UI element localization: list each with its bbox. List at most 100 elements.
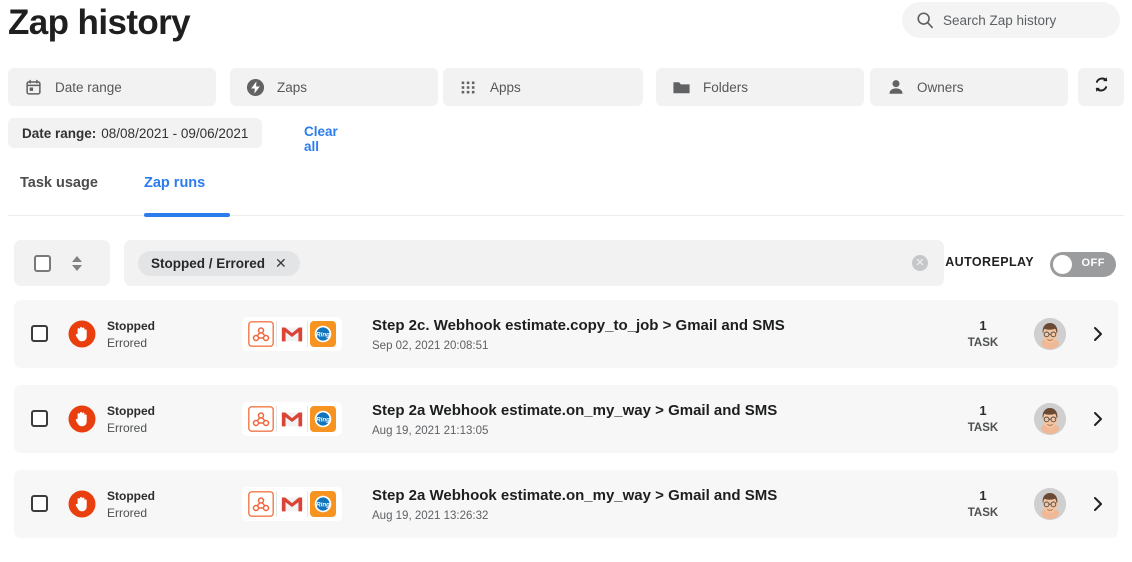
icon-separator	[307, 491, 308, 517]
webhook-icon	[248, 406, 274, 432]
row-checkbox[interactable]	[31, 410, 48, 427]
ring-icon: Ring	[310, 491, 336, 517]
task-count-label: TASK	[967, 422, 999, 434]
webhook-icon	[248, 321, 274, 347]
status-text: Stopped Errored	[107, 489, 155, 521]
tab-active-underline	[144, 213, 230, 217]
grid-apps-icon	[459, 78, 478, 97]
task-count: 1 TASK	[956, 318, 1010, 351]
search-input[interactable]	[943, 12, 1106, 28]
status-secondary: Errored	[107, 421, 148, 435]
active-date-range-value: 08/08/2021 - 09/06/2021	[101, 125, 249, 141]
avatar	[1034, 318, 1066, 350]
icon-separator	[276, 321, 277, 347]
table-row[interactable]: Stopped Errored	[14, 470, 1118, 538]
svg-text:Ring: Ring	[316, 417, 330, 424]
filter-apps-label: Apps	[490, 79, 521, 95]
autoreplay-toggle-knob	[1053, 255, 1072, 274]
row-checkbox[interactable]	[31, 325, 48, 342]
filter-folders-label: Folders	[703, 79, 749, 95]
page-header: Zap history	[0, 0, 1132, 56]
clear-circle-icon[interactable]: ✕	[912, 255, 928, 271]
zap-history-page: Zap history Date ra	[0, 0, 1132, 562]
sort-updown-icon[interactable]	[71, 253, 83, 273]
svg-text:Ring: Ring	[316, 332, 330, 339]
active-date-range-chip[interactable]: Date range: 08/08/2021 - 09/06/2021	[8, 118, 263, 148]
run-title: Step 2a Webhook estimate.on_my_way > Gma…	[372, 402, 778, 419]
status-secondary: Errored	[107, 506, 148, 520]
filter-bar: Date range Zaps Apps Folders Owners	[8, 68, 1124, 106]
clear-all-link[interactable]: Clear all	[304, 124, 338, 154]
chevron-right-icon[interactable]	[1092, 409, 1104, 429]
avatar	[1034, 488, 1066, 520]
task-count: 1 TASK	[956, 488, 1010, 521]
stop-hand-icon	[68, 405, 96, 433]
filter-folders-button[interactable]: Folders	[656, 68, 864, 106]
person-icon	[886, 78, 905, 97]
status-text: Stopped Errored	[107, 404, 155, 436]
search-box[interactable]	[902, 2, 1120, 38]
filter-date-range-button[interactable]: Date range	[8, 68, 216, 106]
row-checkbox[interactable]	[31, 495, 48, 512]
ring-icon: Ring	[310, 321, 336, 347]
app-icons: Ring	[242, 402, 342, 436]
status-primary: Stopped	[107, 319, 155, 333]
zap-runs-list: Stopped Errored Ring Step 2c. Webhook es…	[14, 300, 1118, 555]
status-secondary: Errored	[107, 336, 148, 350]
icon-separator	[307, 406, 308, 432]
table-row[interactable]: Stopped Errored	[14, 300, 1118, 368]
active-date-range-label: Date range:	[22, 125, 97, 141]
autoreplay-toggle-state: OFF	[1081, 257, 1105, 269]
zap-bolt-icon	[246, 78, 265, 97]
app-icons: Ring	[242, 317, 342, 351]
autoreplay-toggle[interactable]: OFF	[1050, 252, 1116, 277]
filter-apps-button[interactable]: Apps	[443, 68, 643, 106]
webhook-icon	[248, 491, 274, 517]
status-primary: Stopped	[107, 404, 155, 418]
run-timestamp: Sep 02, 2021 20:08:51	[372, 340, 489, 352]
tab-task-usage[interactable]: Task usage	[20, 172, 98, 212]
run-timestamp: Aug 19, 2021 13:26:32	[372, 510, 489, 522]
page-title: Zap history	[8, 3, 191, 42]
svg-text:Ring: Ring	[316, 502, 330, 509]
close-icon[interactable]: ✕	[275, 256, 287, 270]
refresh-button[interactable]	[1078, 68, 1124, 106]
task-count-value: 1	[979, 488, 987, 503]
filter-zaps-button[interactable]: Zaps	[230, 68, 438, 106]
select-all-checkbox[interactable]	[34, 254, 51, 272]
task-count: 1 TASK	[956, 403, 1010, 436]
run-title: Step 2c. Webhook estimate.copy_to_job > …	[372, 317, 785, 334]
autoreplay-label: AUTOREPLAY	[945, 255, 1034, 269]
tab-zap-runs[interactable]: Zap runs	[144, 172, 205, 212]
status-filter-field[interactable]: Stopped / Errored ✕ ✕	[124, 240, 944, 286]
gmail-icon	[279, 491, 305, 517]
calendar-icon	[24, 78, 43, 97]
status-filter-chip-label: Stopped / Errored	[151, 255, 266, 271]
chevron-right-icon[interactable]	[1092, 324, 1104, 344]
gmail-icon	[279, 321, 305, 347]
refresh-icon	[1091, 74, 1112, 100]
filter-date-range-label: Date range	[55, 79, 122, 95]
gmail-icon	[279, 406, 305, 432]
run-timestamp: Aug 19, 2021 21:13:05	[372, 425, 489, 437]
stop-hand-icon	[68, 320, 96, 348]
task-count-label: TASK	[967, 507, 999, 519]
run-title: Step 2a Webhook estimate.on_my_way > Gma…	[372, 487, 778, 504]
task-count-value: 1	[979, 318, 987, 333]
status-filter-chip[interactable]: Stopped / Errored ✕	[138, 250, 300, 276]
avatar	[1034, 403, 1066, 435]
icon-separator	[307, 321, 308, 347]
filter-owners-button[interactable]: Owners	[870, 68, 1068, 106]
runs-toolbar: Stopped / Errored ✕ ✕ AUTOREPLAY OFF	[14, 240, 1124, 286]
chevron-right-icon[interactable]	[1092, 494, 1104, 514]
tab-bar: Task usage Zap runs	[8, 172, 1124, 218]
table-row[interactable]: Stopped Errored	[14, 385, 1118, 453]
search-icon	[916, 11, 934, 29]
folder-icon	[672, 78, 691, 97]
status-text: Stopped Errored	[107, 319, 155, 351]
select-sort-group	[14, 240, 110, 286]
filter-owners-label: Owners	[917, 79, 964, 95]
filter-zaps-label: Zaps	[277, 79, 308, 95]
status-primary: Stopped	[107, 489, 155, 503]
icon-separator	[276, 406, 277, 432]
